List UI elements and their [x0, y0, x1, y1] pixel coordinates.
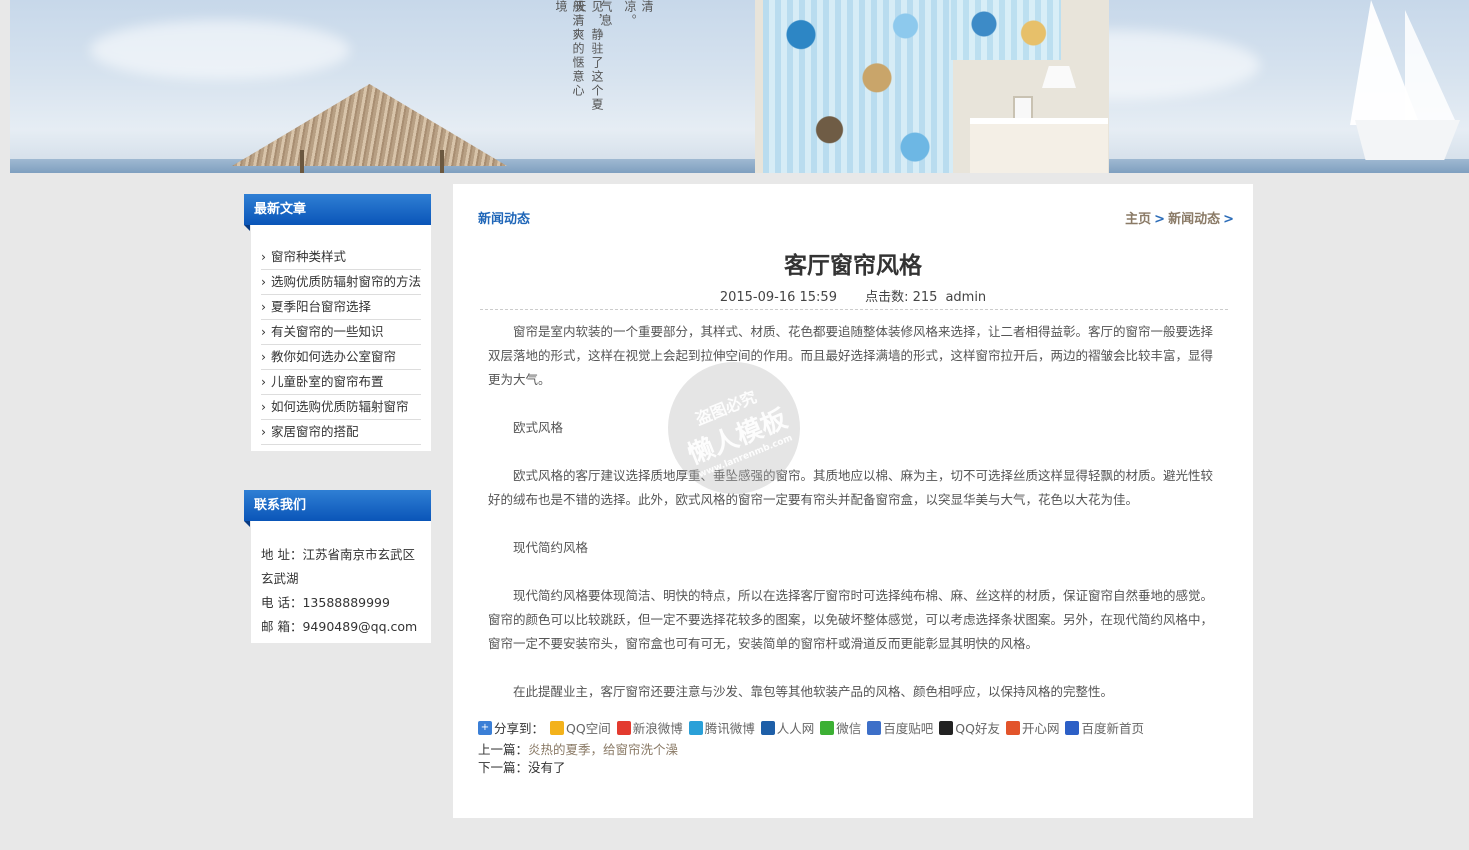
- article-link[interactable]: 有关窗帘的一些知识: [271, 324, 384, 339]
- article-link[interactable]: 选购优质防辐射窗帘的方法: [271, 274, 421, 289]
- breadcrumb-separator: >: [1154, 212, 1166, 227]
- list-item[interactable]: 夏季阳台窗帘选择: [261, 295, 421, 320]
- share-wechat-button[interactable]: 微信: [820, 718, 861, 737]
- main-content: 新闻动态 主页 > 新闻动态 > 客厅窗帘风格 2015-09-16 15:59 点击…: [453, 184, 1253, 818]
- article-subheading: 现代简约风格: [513, 540, 589, 555]
- article-paragraph: 现代简约风格要体现简洁、明快的特点，所以在选择客厅窗帘时可选择纯布棉、麻、丝这样…: [488, 588, 1214, 651]
- banner-poem-line: 般清爽的惬意心境: [554, 0, 585, 98]
- list-item[interactable]: 教你如何选办公室窗帘: [261, 345, 421, 370]
- next-article: 下一篇：没有了: [478, 760, 566, 775]
- latest-articles-box: 最新文章 窗帘种类样式 选购优质防辐射窗帘的方法 夏季阳台窗帘选择 有关窗帘的一…: [244, 194, 431, 451]
- renren-icon: [760, 720, 775, 735]
- share-renren-button[interactable]: 人人网: [760, 718, 814, 737]
- article-date: 2015-09-16 15:59: [719, 290, 837, 305]
- share-tieba-button[interactable]: 百度贴吧: [867, 718, 933, 737]
- share-kaixin-button[interactable]: 开心网: [1005, 718, 1059, 737]
- breadcrumb: 主页 > 新闻动态 >: [1125, 208, 1237, 227]
- breadcrumb-current-link[interactable]: 新闻动态: [1168, 212, 1220, 227]
- article-subheading: 欧式风格: [513, 420, 564, 435]
- header-banner: 清凉。 气息 见，静驻了这个夏天…… 般清爽的惬意心境: [10, 0, 1469, 173]
- share-tencent-weibo-button[interactable]: 腾讯微博: [688, 718, 755, 737]
- article-author: admin: [945, 290, 987, 305]
- wechat-icon: [820, 720, 835, 735]
- share-label-group[interactable]: + 分享到：: [478, 718, 544, 737]
- share-label: 分享到：: [494, 721, 545, 736]
- breadcrumb-home-link[interactable]: 主页: [1125, 212, 1151, 227]
- contact-title: 联系我们: [244, 490, 431, 527]
- contact-phone: 电 话：13588889999: [261, 595, 390, 610]
- list-item[interactable]: 儿童卧室的窗帘布置: [261, 370, 421, 395]
- share-weibo-button[interactable]: 新浪微博: [616, 718, 683, 737]
- prev-article-link[interactable]: 炎热的夏季，给窗帘洗个澡: [528, 742, 678, 757]
- prev-article: 上一篇：炎热的夏季，给窗帘洗个澡: [478, 742, 679, 757]
- article-title: 客厅窗帘风格: [784, 253, 922, 279]
- section-title: 新闻动态: [478, 212, 531, 227]
- share-baidu-button[interactable]: 百度新首页: [1065, 718, 1144, 737]
- article-link[interactable]: 家居窗帘的搭配: [271, 424, 359, 439]
- kaixin-icon: [1005, 720, 1020, 735]
- article-views: 点击数: 215: [865, 290, 938, 305]
- list-item[interactable]: 选购优质防辐射窗帘的方法: [261, 270, 421, 295]
- next-article-text: 没有了: [528, 760, 566, 775]
- contact-box: 联系我们 地 址：江苏省南京市玄武区玄武湖 电 话：13588889999 邮 …: [244, 490, 431, 643]
- list-item[interactable]: 有关窗帘的一些知识: [261, 320, 421, 345]
- list-item[interactable]: 如何选购优质防辐射窗帘: [261, 395, 421, 420]
- article-paragraph: 窗帘是室内软装的一个重要部分，其样式、材质、花色都要追随整体装修风格来选择，让二…: [488, 324, 1214, 387]
- article-link[interactable]: 窗帘种类样式: [271, 249, 346, 264]
- article-paragraph: 欧式风格的客厅建议选择质地厚重、垂坠感强的窗帘。其质地应以棉、麻为主，切不可选择…: [488, 468, 1214, 507]
- share-qq-friend-button[interactable]: QQ好友: [939, 718, 1000, 737]
- tieba-icon: [867, 720, 882, 735]
- contact-email: 邮 箱：9490489@qq.com: [261, 619, 418, 634]
- contact-address: 地 址：江苏省南京市玄武区玄武湖: [261, 547, 415, 586]
- article-link[interactable]: 教你如何选办公室窗帘: [271, 349, 396, 364]
- article-body: 窗帘是室内软装的一个重要部分，其样式、材质、花色都要追随整体装修风格来选择，让二…: [488, 320, 1220, 704]
- plus-icon: +: [478, 720, 492, 735]
- breadcrumb-separator: >: [1223, 212, 1234, 227]
- article-link[interactable]: 如何选购优质防辐射窗帘: [271, 399, 409, 414]
- list-item[interactable]: 家居窗帘的搭配: [261, 420, 421, 445]
- latest-articles-title: 最新文章: [244, 194, 431, 231]
- qq-icon: [939, 720, 954, 735]
- article-link[interactable]: 儿童卧室的窗帘布置: [271, 374, 384, 389]
- tencent-weibo-icon: [688, 720, 703, 735]
- article-paragraph: 在此提醒业主，客厅窗帘还要注意与沙发、靠包等其他软装产品的风格、颜色相呼应，以保…: [513, 684, 1114, 699]
- qzone-icon: [550, 720, 565, 735]
- article-link[interactable]: 夏季阳台窗帘选择: [271, 299, 371, 314]
- baidu-paw-icon: [1065, 720, 1080, 735]
- share-qzone-button[interactable]: QQ空间: [550, 718, 611, 737]
- banner-poem-line: 清凉。: [623, 0, 654, 28]
- banner-curtain-image: [755, 0, 1109, 173]
- article-pager: 上一篇：炎热的夏季，给窗帘洗个澡 下一篇：没有了: [478, 741, 678, 777]
- article-meta: 2015-09-16 15:59 点击数: 215 admin: [453, 286, 1253, 305]
- share-bar: + 分享到： QQ空间 新浪微博 腾讯微博 人人网 微信 百度贴吧 QQ好友 开心…: [478, 718, 1150, 737]
- divider: [480, 309, 1228, 310]
- latest-articles-list: 窗帘种类样式 选购优质防辐射窗帘的方法 夏季阳台窗帘选择 有关窗帘的一些知识 教…: [251, 225, 431, 451]
- weibo-icon: [616, 720, 631, 735]
- banner-sea: [10, 159, 1469, 173]
- list-item[interactable]: 窗帘种类样式: [261, 245, 421, 270]
- banner-hut-image: [232, 84, 507, 166]
